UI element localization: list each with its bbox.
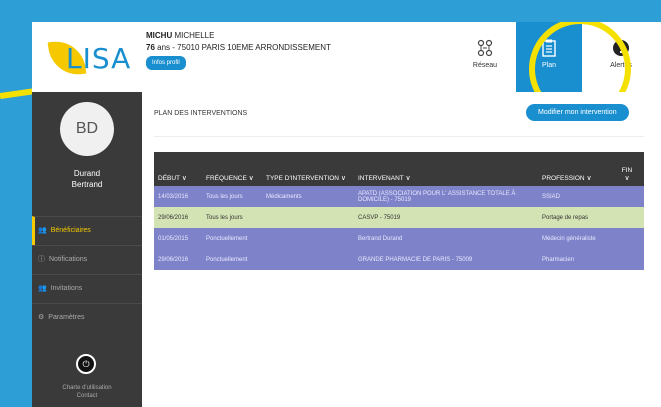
modify-intervention-button[interactable]: Modifier mon intervention [526, 104, 629, 121]
top-header: LISA MICHU MICHELLE 76 ans - 75010 PARIS… [32, 22, 661, 120]
charte-link[interactable]: Charte d'utilisation [32, 384, 142, 392]
chevron-down-icon: ∨ [624, 175, 630, 182]
nav-plan[interactable]: Plan [516, 22, 582, 92]
col-type[interactable]: TYPE D'INTERVENTION ∨ [262, 152, 354, 186]
table-row[interactable]: 29/06/2016 Tous les jours CASVP - 75019 … [154, 207, 644, 228]
group-icon: 👥 [38, 285, 47, 292]
interventions-table: DÉBUT ∨ FRÉQUENCE ∨ TYPE D'INTERVENTION … [154, 152, 644, 270]
sidebar-item-label: Bénéficiaires [50, 227, 91, 234]
sidebar-item-notifications[interactable]: ⓘ Notifications [32, 245, 142, 274]
patient-age-suffix: ans [157, 43, 171, 52]
sidebar-item-label: Invitations [50, 285, 83, 292]
lisa-logo[interactable]: LISA [44, 36, 134, 80]
sidebar-item-label: Paramètres [48, 314, 85, 321]
col-debut[interactable]: DÉBUT ∨ [154, 152, 202, 186]
user-name: Durand Bertrand [32, 168, 142, 190]
power-icon[interactable]: ⏻ [76, 354, 96, 374]
patient-info: MICHU MICHELLE 76 ans - 75010 PARIS 10EM… [146, 30, 331, 70]
sidebar-item-parametres[interactable]: ⚙ Paramètres [32, 303, 142, 332]
table-row[interactable]: 14/03/2016 Tous les jours Médicaments AP… [154, 186, 644, 207]
table-row[interactable]: 29/06/2016 Ponctuellement GRANDE PHARMAC… [154, 249, 644, 270]
nav-alertes-label: Alertes [610, 62, 632, 69]
chevron-down-icon: ∨ [586, 175, 592, 182]
col-frequence[interactable]: FRÉQUENCE ∨ [202, 152, 262, 186]
chevron-down-icon: ∨ [405, 175, 411, 182]
col-profession[interactable]: PROFESSION ∨ [538, 152, 610, 186]
logo-text: LISA [66, 42, 132, 75]
col-intervenant[interactable]: INTERVENANT ∨ [354, 152, 538, 186]
patient-age: 76 [146, 43, 155, 52]
nav-reseau[interactable]: Réseau [452, 22, 518, 92]
page-title: PLAN DES INTERVENTIONS [154, 110, 248, 117]
sidebar-item-invitations[interactable]: 👥 Invitations [32, 274, 142, 303]
infos-profil-button[interactable]: Infos profil [146, 56, 186, 70]
sidebar-menu: 👥 Bénéficiaires ⓘ Notifications 👥 Invita… [32, 216, 142, 332]
nav-plan-label: Plan [541, 62, 556, 69]
chevron-down-icon: ∨ [181, 175, 187, 182]
users-icon: 👥 [38, 227, 47, 234]
user-last-name: Bertrand [71, 180, 103, 189]
info-icon: ⓘ [38, 256, 45, 263]
divider [154, 136, 644, 137]
sidebar: BD Durand Bertrand 👥 Bénéficiaires ⓘ Not… [32, 92, 142, 407]
patient-last-name: MICHU [146, 31, 173, 40]
sidebar-item-beneficiaires[interactable]: 👥 Bénéficiaires [32, 216, 142, 245]
gear-icon: ⚙ [38, 314, 45, 321]
contact-link[interactable]: Contact [32, 392, 142, 400]
sidebar-item-label: Notifications [49, 256, 88, 263]
table-row[interactable]: 01/05/2015 Ponctuellement Bertrand Duran… [154, 228, 644, 249]
user-first-name: Durand [73, 169, 101, 178]
main-content: PLAN DES INTERVENTIONS Modifier mon inte… [142, 92, 661, 407]
alert-icon [613, 40, 629, 56]
clipboard-icon [542, 39, 556, 57]
nav-reseau-label: Réseau [472, 62, 498, 69]
patient-first-name: MICHELLE [174, 31, 215, 40]
nav-alertes[interactable]: Alertes [588, 22, 654, 92]
avatar[interactable]: BD [60, 102, 114, 156]
patient-address: - 75010 PARIS 10EME ARRONDISSEMENT [172, 43, 331, 52]
sidebar-footer: Charte d'utilisation Contact [32, 384, 142, 400]
table-header-row: DÉBUT ∨ FRÉQUENCE ∨ TYPE D'INTERVENTION … [154, 152, 644, 186]
col-fin[interactable]: FIN ∨ [610, 152, 644, 186]
app-window: LISA MICHU MICHELLE 76 ans - 75010 PARIS… [32, 22, 661, 407]
chevron-down-icon: ∨ [248, 175, 254, 182]
network-icon [477, 39, 493, 57]
chevron-down-icon: ∨ [340, 175, 346, 182]
